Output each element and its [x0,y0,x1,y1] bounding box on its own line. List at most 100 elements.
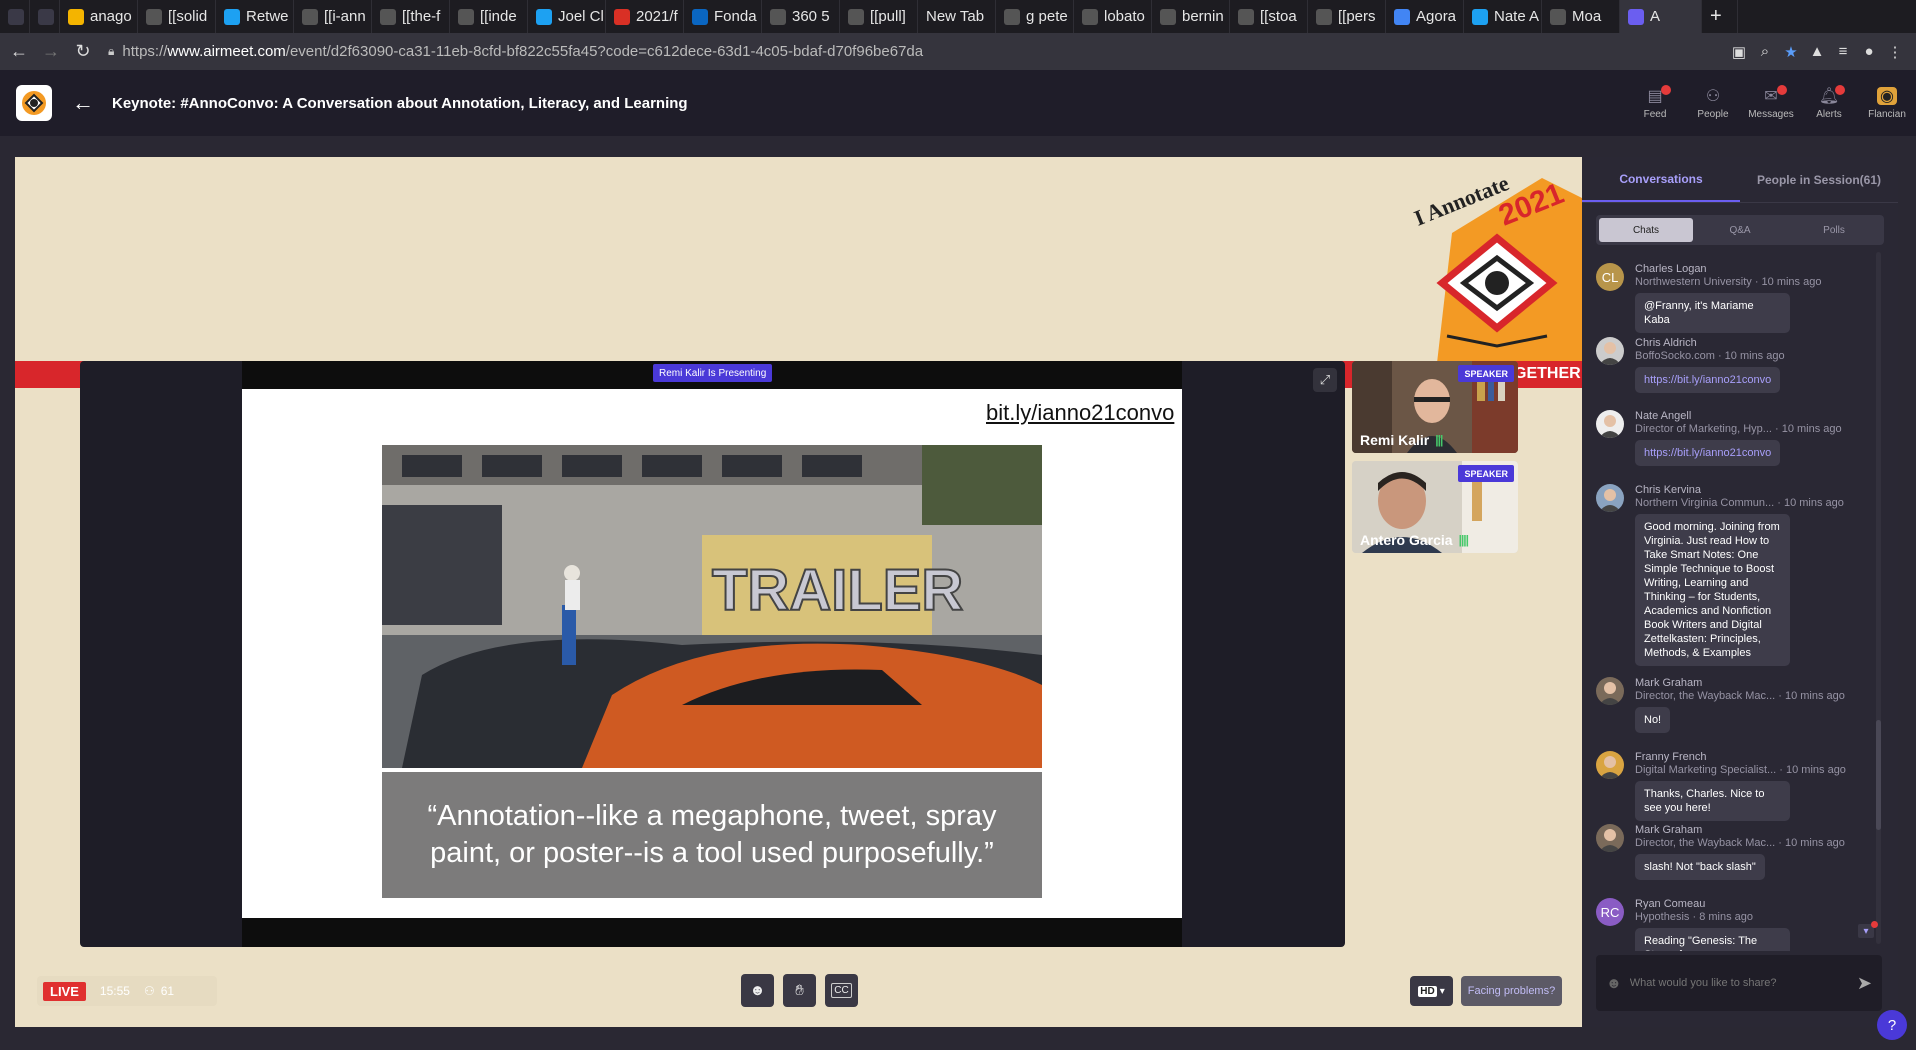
browser-tab[interactable]: [[pull] [840,0,918,33]
browser-tab[interactable]: [[the-f [372,0,450,33]
browser-tab[interactable]: Fonda [684,0,762,33]
message-author[interactable]: Chris Kervina [1635,484,1701,496]
address-bar[interactable]: 🔒︎ https://www.airmeet.com/event/d2f6309… [108,43,1726,60]
avatar[interactable]: CL [1596,263,1624,291]
browser-tab[interactable]: Joel Cl [528,0,606,33]
raise-hand-button[interactable]: ✋︎ [783,974,816,1007]
extension-icon[interactable]: ▲ [1804,39,1830,65]
browser-tab[interactable] [30,0,60,33]
page-icon [1550,8,1566,25]
chat-scrollbar[interactable] [1876,252,1881,944]
fullscreen-icon[interactable]: ⤢ [1313,368,1337,392]
zoom-icon[interactable]: ⌕ [1752,39,1778,65]
header-nav-messages[interactable]: ✉ Messages [1742,70,1800,136]
browser-tab[interactable]: New Tab [918,0,996,33]
browser-tab[interactable]: [[inde [450,0,528,33]
header-nav-people[interactable]: ⚇ People [1684,70,1742,136]
subtab-chats[interactable]: Chats [1599,218,1693,242]
browser-tab[interactable]: [[i-ann [294,0,372,33]
message-author[interactable]: Mark Graham [1635,677,1702,689]
header-nav-flancian[interactable]: ◉ Flancian [1858,70,1916,136]
message-link[interactable]: https://bit.ly/ianno21convo [1635,440,1781,466]
message-link[interactable]: https://bit.ly/ianno21convo [1635,367,1781,393]
browser-tab[interactable]: Nate A [1464,0,1542,33]
message-author[interactable]: Mark Graham [1635,824,1702,836]
avatar[interactable] [1596,410,1624,438]
captions-button[interactable]: CC [825,974,858,1007]
facing-problems-button[interactable]: Facing problems? [1461,976,1562,1006]
browser-tab-label: g pete [1026,8,1068,25]
browser-tab[interactable]: [[solid [138,0,216,33]
chat-input[interactable] [1629,977,1849,989]
subtab-polls[interactable]: Polls [1787,218,1881,242]
header-nav-alerts[interactable]: 🔔︎ Alerts [1800,70,1858,136]
browser-tab[interactable]: Agora [1386,0,1464,33]
avatar[interactable] [1596,484,1624,512]
menu-icon[interactable]: ⋮ [1882,39,1908,65]
avatar[interactable]: RC [1596,898,1624,926]
speaker-tile-remi[interactable]: SPEAKER Remi Kalir ||| [1352,361,1518,453]
message-author[interactable]: Chris Aldrich [1635,337,1697,349]
forward-icon[interactable]: → [38,39,64,65]
subtab-qa[interactable]: Q&A [1693,218,1787,242]
browser-tab[interactable]: lobato [1074,0,1152,33]
slide-quote: “Annotation--like a megaphone, tweet, sp… [382,772,1042,898]
avatar[interactable] [1596,677,1624,705]
feed-icon: ▤ [1645,84,1671,105]
reading-list-icon[interactable]: ≡ [1830,39,1856,65]
chat-composer: ☻ ➤ [1596,955,1882,1011]
browser-tab[interactable]: bernin [1152,0,1230,33]
header-nav-feed[interactable]: ▤ Feed [1626,70,1684,136]
new-tab-button[interactable]: + [1702,0,1738,33]
message-meta: BoffoSocko.com · 10 mins ago [1635,350,1785,362]
browser-tab[interactable]: A [1620,0,1702,33]
message-text: @Franny, it's Mariame Kaba [1635,293,1790,333]
camera-icon[interactable]: ▣ [1726,39,1752,65]
conversation-panel: Conversations People in Session(61) Chat… [1582,157,1898,1027]
emoji-reaction-button[interactable]: ☻ [741,974,774,1007]
back-arrow-icon[interactable]: ← [72,90,94,116]
avatar-photo [1599,756,1621,779]
quality-selector[interactable]: HD ▾ [1410,976,1453,1006]
browser-tab[interactable]: Retwe [216,0,294,33]
message-text: Reading "Genesis: The Story of [1635,928,1790,951]
reload-icon[interactable]: ↻ [70,39,96,65]
google-icon [1082,8,1098,25]
people-icon: ⚇ [1705,87,1721,105]
browser-tab[interactable]: anago [60,0,138,33]
chat-scrollbar-thumb[interactable] [1876,720,1881,830]
browser-tab[interactable]: g pete [996,0,1074,33]
browser-tab[interactable] [0,0,30,33]
message-author[interactable]: Ryan Comeau [1635,898,1705,910]
twitter-icon [1472,8,1488,25]
graffiti-trailer-image: TRAILER [382,445,1042,768]
browser-tab[interactable]: 360 5 [762,0,840,33]
avatar[interactable] [1596,751,1624,779]
session-timer: 15:55 [99,984,130,998]
event-logo[interactable] [16,85,52,121]
tab-conversations[interactable]: Conversations [1582,157,1740,202]
browser-tab[interactable]: [[pers [1308,0,1386,33]
message-author[interactable]: Franny French [1635,751,1707,763]
browser-icon [8,8,24,25]
speaker-tile-antero[interactable]: SPEAKER Antero Garcia |||| [1352,461,1518,553]
bookmark-star-icon[interactable]: ★ [1778,39,1804,65]
browser-tab[interactable]: Moa [1542,0,1620,33]
back-icon[interactable]: ← [6,39,32,65]
messages-icon: ✉ [1761,84,1787,105]
browser-tab[interactable]: [[stoa [1230,0,1308,33]
help-button[interactable]: ? [1877,1010,1907,1040]
send-icon[interactable]: ➤ [1857,973,1872,994]
avatar[interactable] [1596,824,1624,852]
chat-list[interactable]: CL Charles Logan Northwestern University ·… [1582,253,1898,951]
message-author[interactable]: Charles Logan [1635,263,1707,275]
tab-people-in-session[interactable]: People in Session(61) [1740,157,1898,202]
avatar[interactable] [1596,337,1624,365]
profile-icon[interactable]: ● [1856,39,1882,65]
notification-dot [1777,84,1787,95]
chat-message: Mark Graham Director, the Wayback Mac... … [1596,824,1876,894]
browser-tab[interactable]: 2021/f [606,0,684,33]
message-author[interactable]: Nate Angell [1635,410,1691,422]
emoji-icon[interactable]: ☻ [1606,975,1622,992]
speaker-name: Antero Garcia |||| [1360,532,1469,548]
